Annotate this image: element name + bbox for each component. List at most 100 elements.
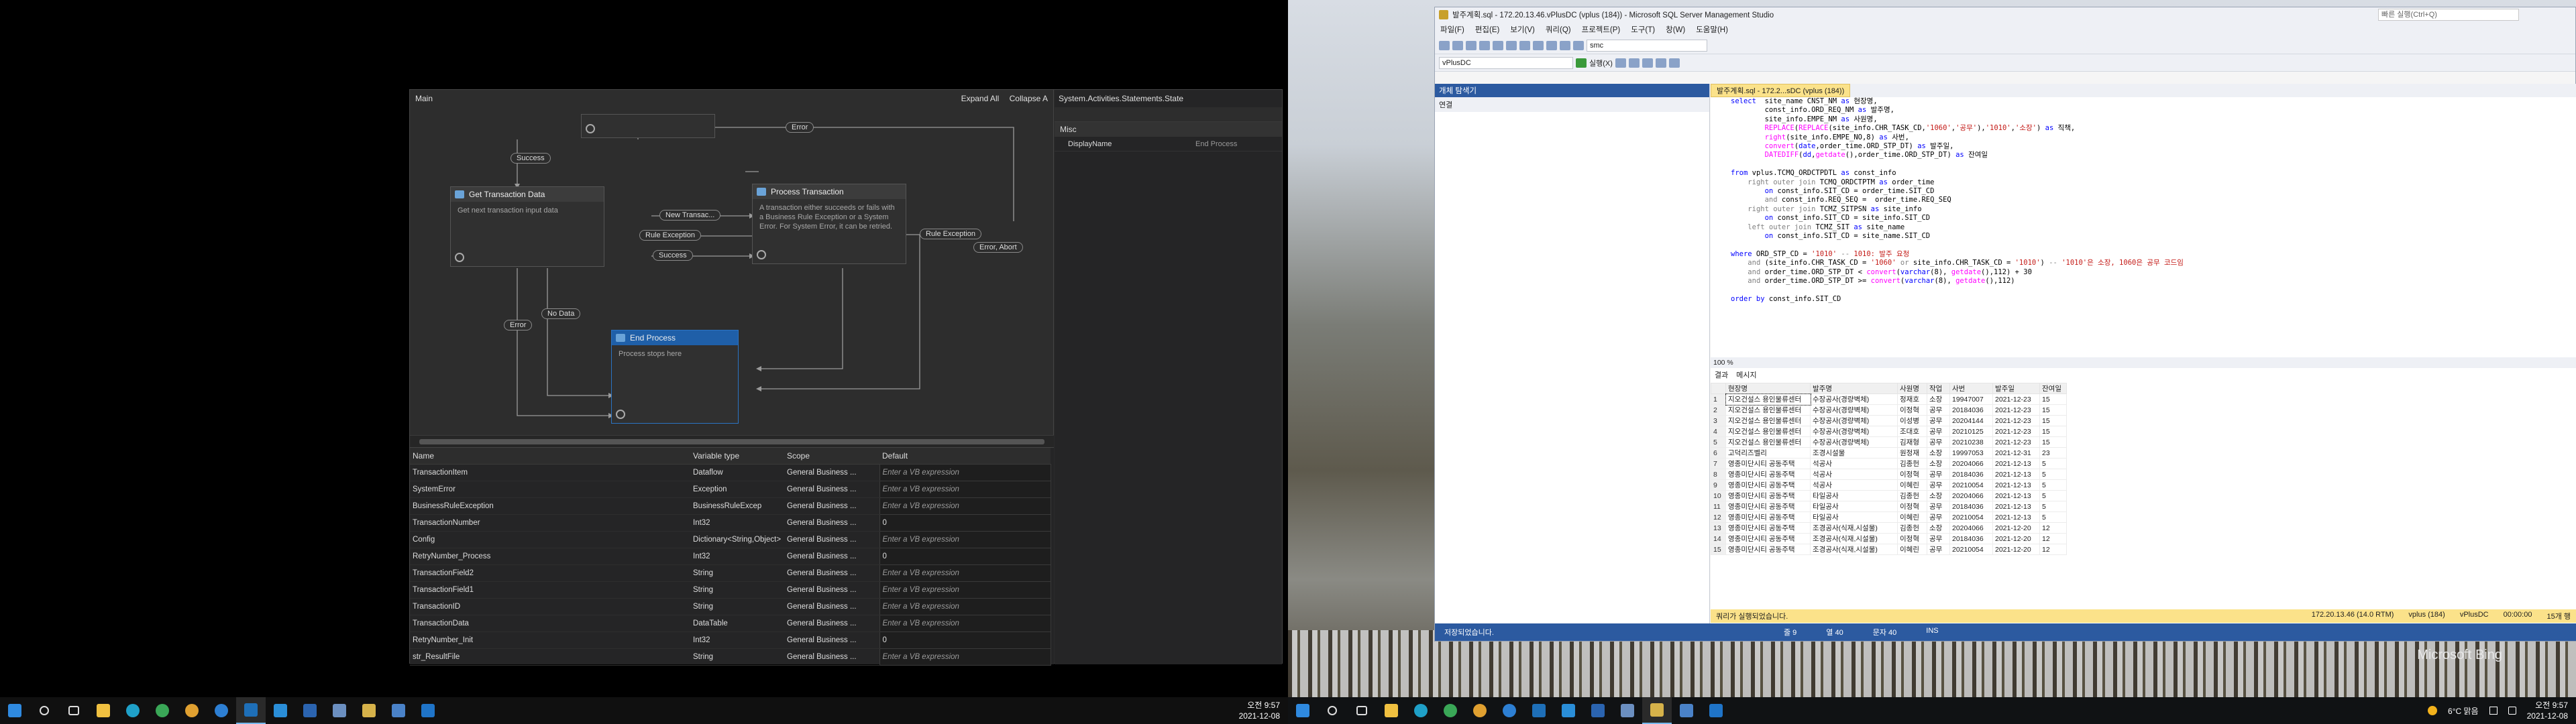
grid-cell-employee[interactable]: 김종헌 — [1897, 522, 1927, 534]
variable-default-cell[interactable]: Enter a VB expression — [879, 614, 1051, 632]
editor-zoom[interactable]: 100 % — [1711, 357, 2576, 368]
grid-cell-employee[interactable]: 정재호 — [1897, 394, 1927, 405]
grid-cell-remaining[interactable]: 15 — [2039, 394, 2067, 405]
grid-cell-order[interactable]: 수장공사(경량벽체) — [1810, 426, 1898, 437]
grid-cell-remaining[interactable]: 5 — [2039, 511, 2067, 523]
transition-success-mid[interactable]: Success — [653, 250, 693, 261]
grid-cell-employee[interactable]: 이정혁 — [1897, 404, 1927, 416]
grid-col-empno[interactable]: 사번 — [1949, 383, 1993, 394]
grid-cell-empno[interactable]: 20210054 — [1949, 544, 1993, 555]
variable-row[interactable]: TransactionField1 String General Business … — [410, 581, 1051, 599]
grid-cell-site[interactable]: 영종미단시티 공동주택 — [1725, 490, 1811, 501]
grid-cell-rownum[interactable]: 11 — [1711, 501, 1726, 512]
taskbar2-uipath-2[interactable] — [1583, 697, 1613, 724]
taskbar2-uipath[interactable] — [1524, 697, 1554, 724]
grid-cell-employee[interactable]: 이정혁 — [1897, 533, 1927, 544]
grid-row[interactable]: 2 지오건설스 용인물류센터 수장공사(경량벽체) 이정혁 공무 20184036 2021… — [1711, 404, 2067, 416]
execute-icon[interactable] — [1576, 58, 1587, 68]
properties-category-misc[interactable]: Misc — [1055, 122, 1282, 137]
grid-cell-site[interactable]: 지오건설스 용인물류센터 — [1725, 426, 1811, 437]
menu-query[interactable]: 쿼리(Q) — [1540, 24, 1576, 35]
grid-row[interactable]: 7 영종미단시티 공동주택 석공사 김종헌 소장 20204066 2021-12-13 5 — [1711, 458, 2067, 469]
end-process-state[interactable]: End Process Process stops here — [611, 330, 739, 424]
grid-cell-site[interactable]: 지오건설스 용인물류센터 — [1725, 436, 1811, 448]
grid-row[interactable]: 3 지오건설스 용인물류센터 수장공사(경량벽체) 이성병 공무 20204144 2021… — [1711, 415, 2067, 426]
variable-default-cell[interactable]: Enter a VB expression — [879, 581, 1051, 599]
menu-view[interactable]: 보기(V) — [1505, 24, 1540, 35]
grid-cell-empno[interactable]: 20210054 — [1949, 479, 1993, 491]
grid-cell-site[interactable]: 영종미단시티 공동주택 — [1725, 458, 1811, 469]
grid-cell-rownum[interactable]: 6 — [1711, 447, 1726, 459]
taskbar-uipath-assistant[interactable] — [413, 697, 443, 724]
grid-cell-site[interactable]: 지오건설스 용인물류센터 — [1725, 415, 1811, 426]
grid-cell-order[interactable]: 석공사 — [1810, 479, 1898, 491]
taskbar2-app-1[interactable] — [1613, 697, 1642, 724]
grid-cell-rownum[interactable]: 8 — [1711, 469, 1726, 480]
grid-cell-empno[interactable]: 20184036 — [1949, 533, 1993, 544]
grid-cell-orderdate[interactable]: 2021-12-20 — [1992, 522, 2040, 534]
variable-row[interactable]: TransactionField2 String General Business … — [410, 564, 1051, 582]
col-name[interactable]: Name — [410, 448, 690, 465]
col-default[interactable]: Default — [879, 448, 1051, 465]
state-machine-canvas[interactable]: Get Transaction Data Get next transactio… — [410, 107, 1054, 434]
taskbar-edge[interactable] — [118, 697, 148, 724]
taskbar-chrome-1[interactable] — [148, 697, 177, 724]
grid-row[interactable]: 6 고덕리즈벨리 조경시설물 원정재 소장 19997053 2021-12-31 23 — [1711, 447, 2067, 459]
variable-row[interactable]: TransactionNumber Int32 General Business .… — [410, 514, 1051, 532]
transition-error-top[interactable]: Error — [786, 122, 814, 133]
transition-error-left[interactable]: Error — [504, 320, 533, 330]
taskbar-app-2[interactable] — [384, 697, 413, 724]
grid-cell-orderdate[interactable]: 2021-12-13 — [1992, 479, 2040, 491]
grid-cell-rownum[interactable]: 9 — [1711, 479, 1726, 491]
taskbar2-explorer[interactable] — [1377, 697, 1406, 724]
grid-cell-empno[interactable]: 20204066 — [1949, 522, 1993, 534]
grid-cell-role[interactable]: 공무 — [1927, 501, 1950, 512]
menu-edit[interactable]: 편집(E) — [1470, 24, 1505, 35]
transition-new-transaction[interactable]: New Transac... — [659, 210, 721, 221]
variable-row[interactable]: TransactionItem Dataflow General Business … — [410, 463, 1051, 481]
grid-cell-rownum[interactable]: 12 — [1711, 511, 1726, 523]
results-grid-icon[interactable] — [1642, 58, 1653, 68]
grid-cell-order[interactable]: 타일공사 — [1810, 501, 1898, 512]
volume-icon[interactable] — [2508, 707, 2516, 715]
grid-cell-empno[interactable]: 20184036 — [1949, 404, 1993, 416]
connect-button[interactable]: 연결 — [1439, 99, 1452, 110]
grid-col-remaining[interactable]: 잔여일 — [2039, 383, 2067, 394]
results-grid[interactable]: 현장명 발주명 사원명 작업 사번 발주일 잔여일 1 지오건설스 용인물류센터 수… — [1711, 383, 2576, 609]
grid-col-orderdate[interactable]: 발주일 — [1992, 383, 2040, 394]
grid-row[interactable]: 15 영종미단시티 공동주택 조경공사(식재,시설물) 이혜린 공무 20210054 20… — [1711, 544, 2067, 555]
execute-button[interactable]: 실행(X) — [1589, 58, 1613, 68]
uncomment-icon[interactable] — [1668, 58, 1680, 68]
grid-cell-orderdate[interactable]: 2021-12-20 — [1992, 533, 2040, 544]
grid-cell-employee[interactable]: 조대호 — [1897, 426, 1927, 437]
grid-cell-empno[interactable]: 20204144 — [1949, 415, 1993, 426]
transition-rule-exception-right[interactable]: Rule Exception — [920, 229, 981, 239]
menu-file[interactable]: 파일(F) — [1435, 24, 1470, 35]
grid-cell-site[interactable]: 영종미단시티 공동주택 — [1725, 479, 1811, 491]
search-button[interactable] — [30, 697, 59, 724]
variable-default-cell[interactable]: Enter a VB expression — [879, 463, 1051, 481]
grid-cell-remaining[interactable]: 15 — [2039, 415, 2067, 426]
grid-cell-order[interactable]: 조경공사(식재,시설물) — [1810, 544, 1898, 555]
grid-cell-role[interactable]: 공무 — [1927, 426, 1950, 437]
grid-col-employee[interactable]: 사원명 — [1897, 383, 1927, 394]
redo-icon[interactable] — [1573, 40, 1584, 50]
grid-cell-orderdate[interactable]: 2021-12-13 — [1992, 501, 2040, 512]
grid-cell-order[interactable]: 수장공사(경량벽체) — [1810, 415, 1898, 426]
grid-cell-rownum[interactable]: 2 — [1711, 404, 1726, 416]
transition-success-top[interactable]: Success — [511, 153, 551, 164]
grid-cell-remaining[interactable]: 12 — [2039, 522, 2067, 534]
sql-code-editor[interactable]: select site_name CNST_NM as 현장명, const_i… — [1711, 97, 2576, 357]
variable-row[interactable]: BusinessRuleException BusinessRuleExcep Ge… — [410, 497, 1051, 515]
grid-cell-role[interactable]: 소장 — [1927, 458, 1950, 469]
grid-cell-empno[interactable]: 20184036 — [1949, 469, 1993, 480]
grid-cell-employee[interactable]: 김종헌 — [1897, 458, 1927, 469]
transition-error-abort[interactable]: Error, Abort — [973, 242, 1023, 253]
forward-icon[interactable] — [1452, 40, 1463, 50]
variable-default-cell[interactable]: 0 — [879, 547, 1051, 565]
grid-cell-employee[interactable]: 김종헌 — [1897, 490, 1927, 501]
variable-row[interactable]: str_ResultFile String General Business ...… — [410, 648, 1051, 666]
grid-cell-site[interactable]: 영종미단시티 공동주택 — [1725, 511, 1811, 523]
taskbar-chrome-2[interactable] — [177, 697, 207, 724]
variable-default-cell[interactable]: 0 — [879, 514, 1051, 532]
